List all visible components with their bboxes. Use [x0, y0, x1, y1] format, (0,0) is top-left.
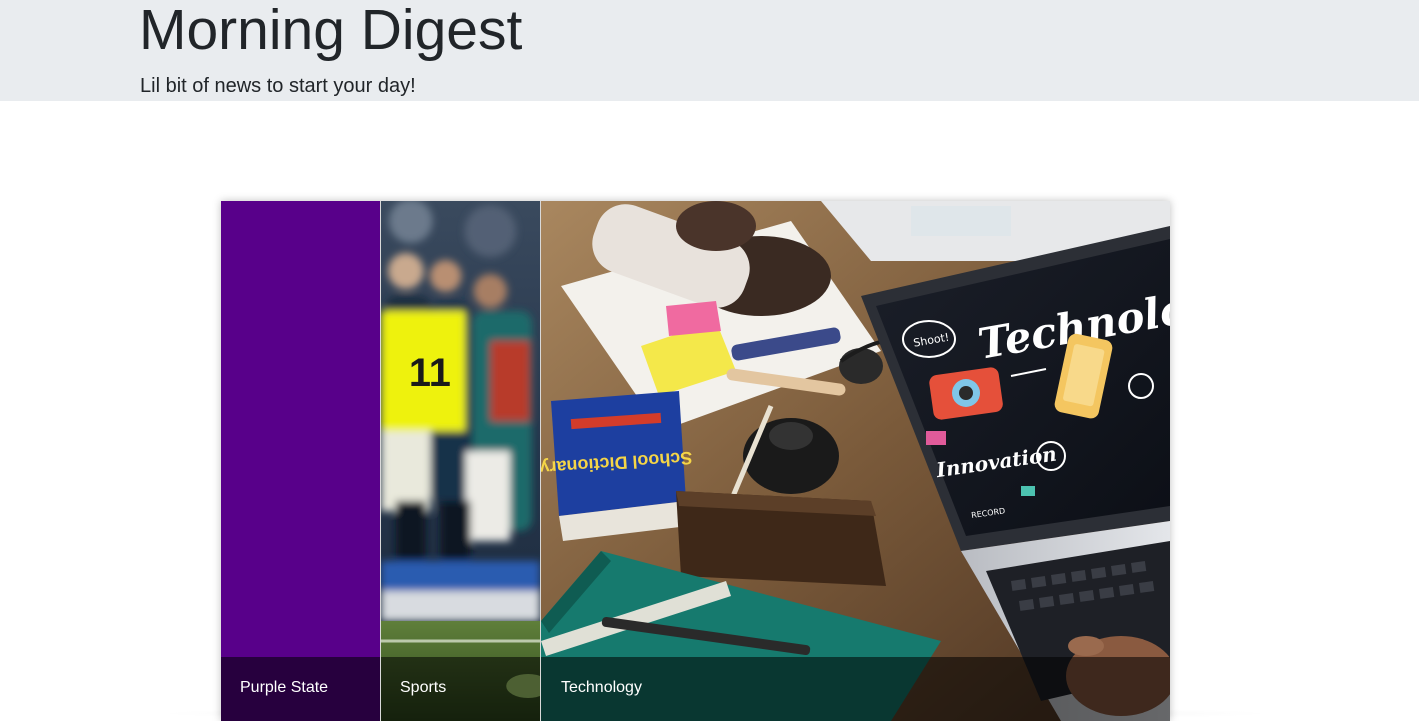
header-jumbotron: Morning Digest Lil bit of news to start … — [0, 0, 1419, 101]
technology-image: School Dictionary Technolog Shoot! Innov… — [541, 201, 1170, 721]
panel-label-technology: Technology — [561, 679, 642, 696]
jersey-number-text: 11 — [409, 351, 451, 395]
page-tagline: Lil bit of news to start your day! — [140, 75, 416, 97]
sports-image: 11 — [381, 201, 540, 721]
page-title: Morning Digest — [139, 0, 523, 62]
panel-caption: Purple State — [221, 657, 380, 721]
panel-label-purple-state: Purple State — [240, 679, 329, 696]
panel-label-sports: Sports — [400, 679, 447, 696]
panel-sports[interactable]: 11 Sports — [381, 201, 541, 721]
panel-technology[interactable]: School Dictionary Technolog Shoot! Innov… — [541, 201, 1170, 721]
news-category-accordion: Purple State 11 Sports School Dictionary… — [221, 201, 1170, 721]
panel-caption: Technology — [541, 657, 1170, 721]
panel-purple-state[interactable]: Purple State — [221, 201, 381, 721]
panel-caption: Sports — [381, 657, 540, 721]
